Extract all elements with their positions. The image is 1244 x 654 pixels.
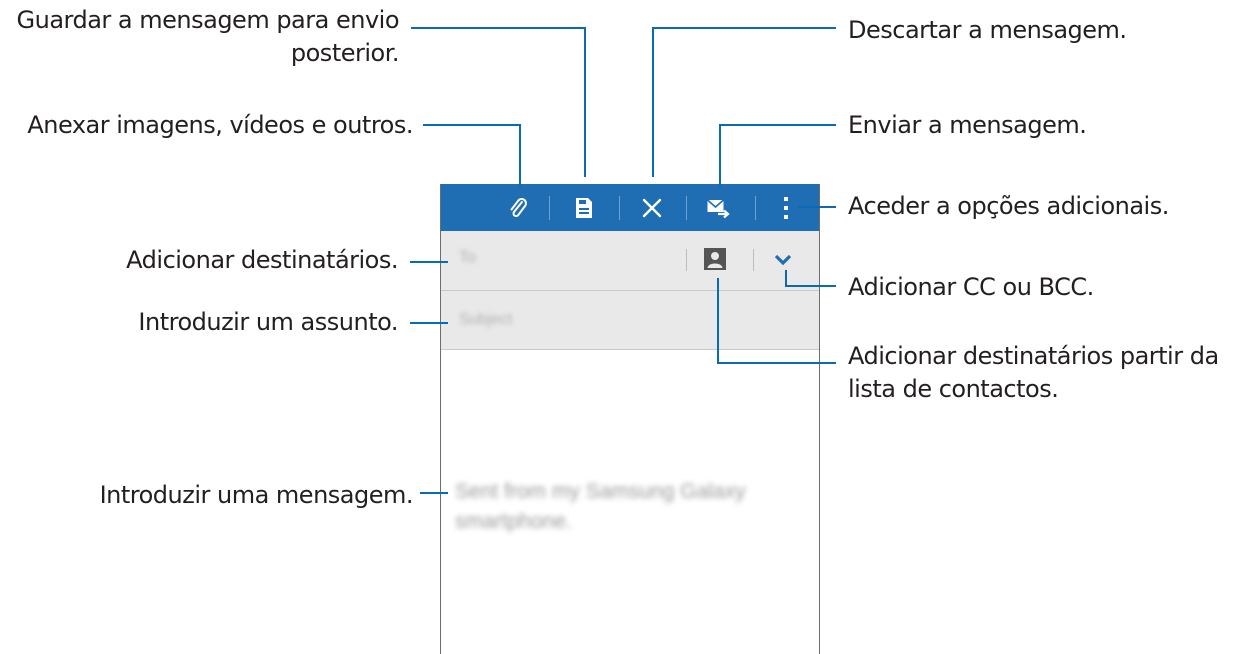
email-composer: To Subject Sent from my Samsung Galaxy s… (440, 184, 820, 654)
callout-add-cc-bcc: Adicionar CC ou BCC. (848, 273, 1094, 301)
action-bar (441, 184, 819, 231)
paperclip-icon[interactable] (498, 184, 538, 231)
separator (753, 249, 754, 271)
leader-line (584, 27, 586, 177)
to-field[interactable]: To (441, 231, 819, 291)
callout-save-draft: Guardar a mensagem para envio posterior. (16, 6, 400, 67)
send-mail-icon[interactable] (698, 184, 738, 231)
subject-placeholder: Subject (459, 311, 513, 328)
leader-line (717, 362, 836, 364)
close-icon[interactable] (632, 184, 672, 231)
subject-field[interactable]: Subject (441, 291, 819, 350)
leader-line (420, 492, 448, 494)
callout-enter-subject: Introduzir um assunto. (138, 308, 398, 336)
separator (755, 196, 756, 220)
contact-icon[interactable] (704, 248, 726, 270)
separator (686, 196, 687, 220)
leader-line (423, 124, 521, 126)
callout-add-recipients: Adicionar destinatários. (126, 246, 398, 274)
leader-line (798, 206, 836, 208)
leader-line (719, 124, 721, 186)
leader-line (652, 27, 654, 177)
callout-attach: Anexar imagens, vídeos e outros. (27, 111, 413, 139)
chevron-down-icon[interactable] (772, 251, 794, 269)
leader-line (411, 27, 586, 29)
callout-add-from-contacts: Adicionar destinatários partir da lista … (848, 342, 1219, 403)
separator (549, 196, 550, 220)
separator (686, 249, 687, 271)
leader-line (519, 124, 521, 186)
callout-more-options: Aceder a opções adicionais. (848, 192, 1169, 220)
callout-discard: Descartar a mensagem. (848, 16, 1127, 44)
callout-send: Enviar a mensagem. (848, 111, 1087, 139)
leader-line (652, 27, 836, 29)
leader-line (717, 278, 719, 364)
save-icon[interactable] (564, 184, 604, 231)
leader-line (410, 322, 448, 324)
message-body[interactable]: Sent from my Samsung Galaxy smartphone. (455, 477, 795, 537)
leader-line (719, 124, 836, 126)
separator (619, 196, 620, 220)
to-placeholder: To (459, 249, 476, 266)
callout-enter-message: Introduzir uma mensagem. (99, 481, 414, 509)
leader-line (785, 285, 836, 287)
leader-line (410, 261, 448, 263)
